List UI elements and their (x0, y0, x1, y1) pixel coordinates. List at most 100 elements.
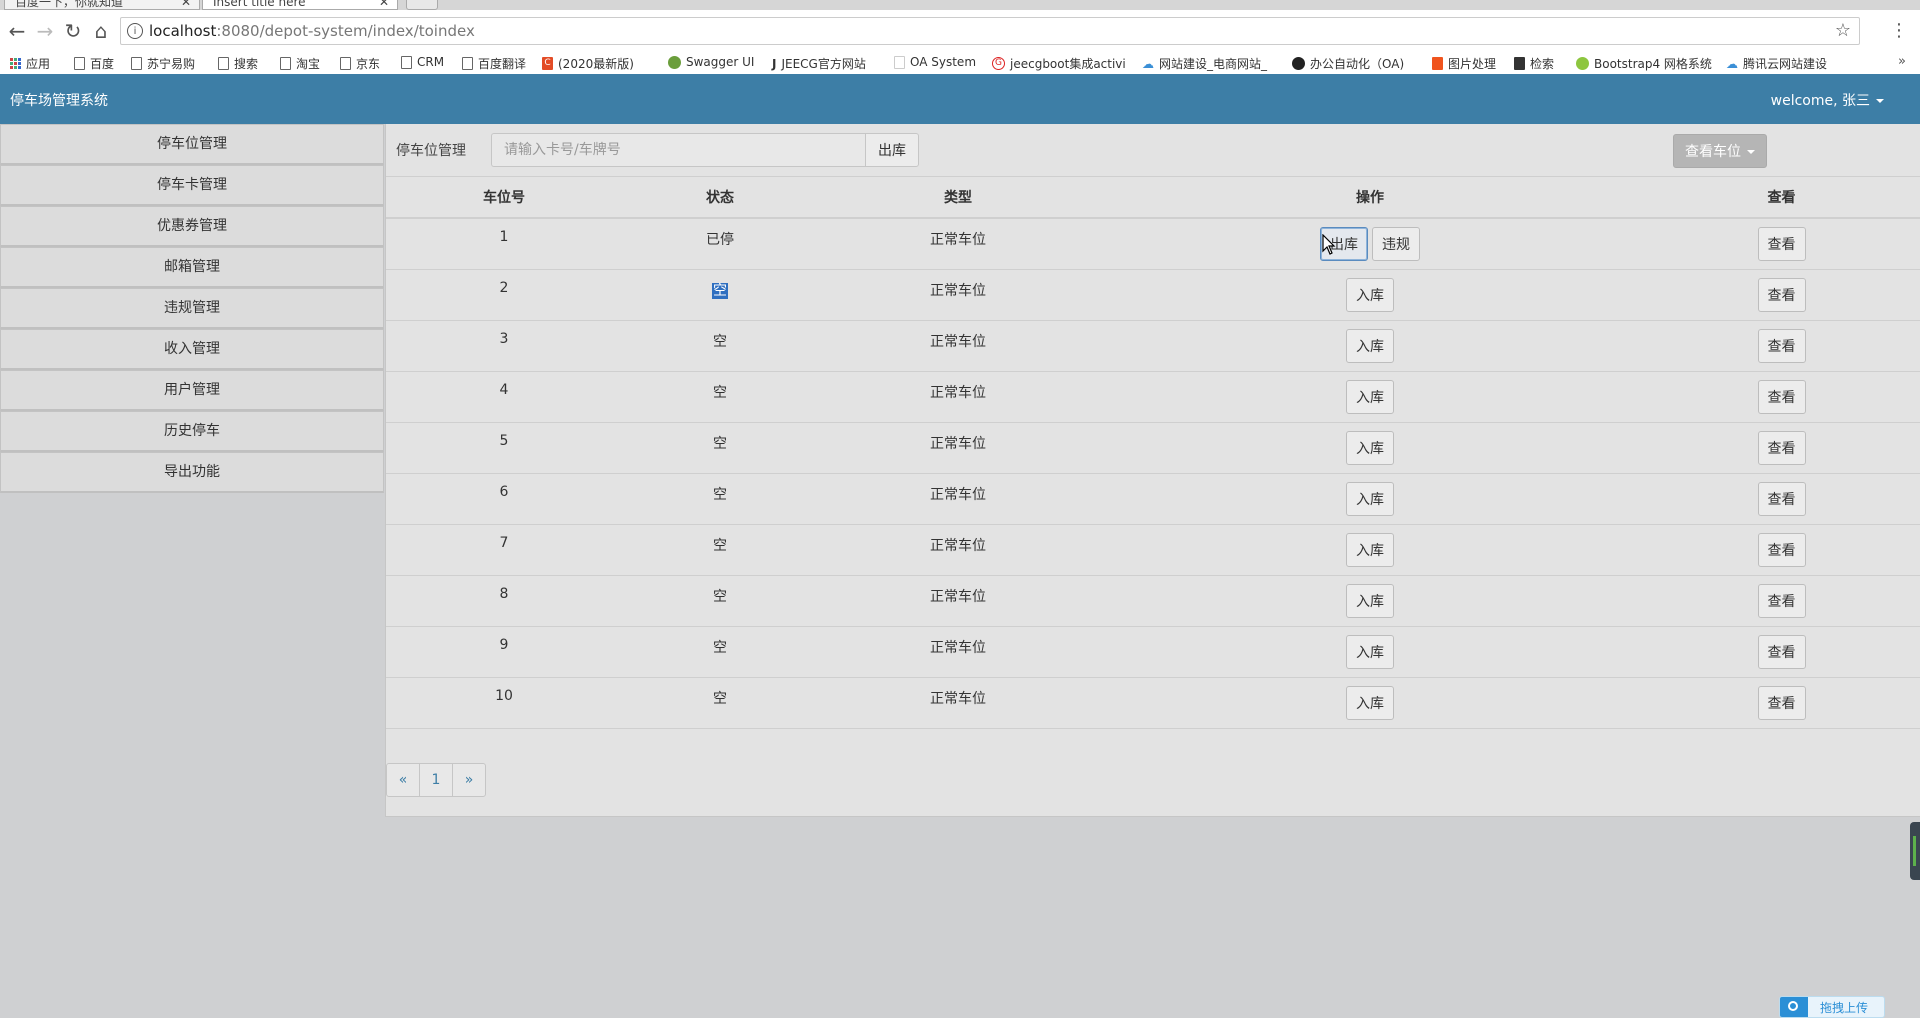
type-text: 正常车位 (930, 589, 986, 605)
sidebar-item-mailbox[interactable]: 邮箱管理 (0, 247, 384, 288)
violation-button[interactable]: 违规 (1372, 227, 1420, 261)
bookmark-item[interactable]: Bootstrap4 网格系统 (1576, 55, 1712, 72)
status-text-selected: 空 (712, 283, 728, 299)
view-button[interactable]: 查看 (1757, 380, 1806, 414)
checkin-button[interactable]: 入库 (1346, 380, 1394, 414)
menu-kebab-icon[interactable]: ⋮ (1890, 20, 1908, 41)
bookmark-item[interactable]: Gjeecgboot集成activi (992, 55, 1126, 72)
bookmarks-more-button[interactable]: » (1898, 54, 1906, 69)
view-button[interactable]: 查看 (1757, 431, 1806, 465)
type-text: 正常车位 (930, 538, 986, 554)
bookmark-item[interactable]: 苏宁易购 (131, 55, 195, 72)
floating-side-handle[interactable] (1910, 822, 1920, 880)
bookmark-item[interactable]: 办公自动化（OA) (1292, 55, 1404, 72)
bookmark-item[interactable]: 百度翻译 (462, 55, 526, 72)
type-cell: 正常车位 (818, 218, 1098, 270)
view-button[interactable]: 查看 (1757, 686, 1806, 720)
column-header-space-no: 车位号 (386, 176, 622, 219)
sidebar-item-income[interactable]: 收入管理 (0, 329, 384, 370)
checkin-button[interactable]: 入库 (1346, 278, 1394, 312)
view-spaces-dropdown[interactable]: 查看车位 (1673, 134, 1767, 168)
type-cell: 正常车位 (818, 371, 1098, 423)
bookmark-item[interactable]: 图片处理 (1432, 55, 1496, 72)
view-button[interactable]: 查看 (1757, 584, 1806, 618)
status-text: 空 (713, 385, 727, 401)
page-icon (340, 57, 351, 70)
table-row: 10 空 正常车位 入库 查看 (386, 677, 1920, 729)
sidebar-item-history[interactable]: 历史停车 (0, 411, 384, 452)
view-button[interactable]: 查看 (1757, 482, 1806, 516)
checkin-button[interactable]: 入库 (1346, 635, 1394, 669)
type-text: 正常车位 (930, 640, 986, 656)
new-tab-button[interactable] (406, 0, 438, 10)
bookmark-item[interactable]: 搜索 (218, 55, 258, 72)
status-text: 空 (713, 334, 727, 350)
bookmark-item[interactable]: CRM (401, 55, 444, 69)
browser-toolbar: ← → ↻ ⌂ i localhost:8080/depot-system/in… (0, 10, 1920, 53)
bookmark-apps[interactable]: 应用 (10, 55, 50, 72)
column-header-status: 状态 (622, 176, 818, 219)
actions-cell: 出库 违规 (1098, 218, 1642, 270)
sidebar-item-export[interactable]: 导出功能 (0, 452, 384, 493)
checkin-button[interactable]: 入库 (1346, 686, 1394, 720)
checkin-button[interactable]: 入库 (1346, 533, 1394, 567)
type-text: 正常车位 (930, 691, 986, 707)
checkout-search-button[interactable]: 出库 (865, 133, 919, 167)
bookmark-label: (2020最新版) (558, 57, 634, 71)
status-text: 空 (713, 640, 727, 656)
home-icon[interactable]: ⌂ (88, 18, 114, 44)
bookmark-item[interactable]: 检索 (1514, 55, 1554, 72)
table-row: 7 空 正常车位 入库 查看 (386, 524, 1920, 576)
app-header: 停车场管理系统 welcome, 张三 (0, 74, 1920, 124)
checkin-button[interactable]: 入库 (1346, 482, 1394, 516)
back-arrow-icon[interactable]: ← (4, 18, 30, 44)
forward-arrow-icon[interactable]: → (32, 18, 58, 44)
bookmark-label: 图片处理 (1448, 57, 1497, 71)
space-no: 3 (499, 331, 509, 347)
info-icon[interactable]: i (127, 23, 143, 39)
view-button[interactable]: 查看 (1757, 533, 1806, 567)
bookmark-item[interactable]: J JEECG官方网站 (772, 55, 866, 72)
sidebar-item-parking-cards[interactable]: 停车卡管理 (0, 165, 384, 206)
address-bar[interactable]: i localhost:8080/depot-system/index/toin… (120, 17, 1860, 45)
browser-tab-insert-title[interactable]: Insert title here ✕ (202, 0, 398, 10)
view-button[interactable]: 查看 (1757, 227, 1806, 261)
bookmark-item[interactable]: 淘宝 (280, 55, 320, 72)
sidebar-item-violations[interactable]: 违规管理 (0, 288, 384, 329)
view-button[interactable]: 查看 (1757, 329, 1806, 363)
checkin-button[interactable]: 入库 (1346, 431, 1394, 465)
table-row: 4 空 正常车位 入库 查看 (386, 371, 1920, 423)
bookmark-label: 应用 (26, 57, 51, 71)
pagination-next[interactable]: » (452, 763, 486, 797)
star-icon[interactable]: ☆ (1835, 20, 1851, 41)
user-menu-toggle[interactable]: welcome, 张三 (1771, 90, 1884, 110)
view-button[interactable]: 查看 (1757, 278, 1806, 312)
drag-upload-widget[interactable]: 拖拽上传 (1779, 996, 1885, 1018)
checkin-button[interactable]: 入库 (1346, 329, 1394, 363)
pagination-prev[interactable]: « (386, 763, 420, 797)
search-input[interactable] (491, 133, 865, 167)
space-no-cell: 10 (386, 677, 622, 729)
close-icon[interactable]: ✕ (181, 0, 191, 9)
reload-icon[interactable]: ↻ (60, 18, 86, 44)
bookmark-item[interactable]: 百度 (74, 55, 114, 72)
browser-tab-baidu[interactable]: 百度一下，你就知道 ✕ (4, 0, 200, 10)
bookmark-item[interactable]: 京东 (340, 55, 380, 72)
bookmark-item[interactable]: ☁ 网站建设_电商网站_ (1142, 55, 1267, 72)
space-no-cell: 1 (386, 218, 622, 270)
bookmark-item[interactable]: OA System (894, 55, 976, 69)
upload-icon (1780, 997, 1808, 1017)
pagination-page-1[interactable]: 1 (419, 763, 453, 797)
view-button[interactable]: 查看 (1757, 635, 1806, 669)
checkin-button[interactable]: 入库 (1346, 584, 1394, 618)
bookmark-label: 苏宁易购 (147, 57, 196, 71)
status-cell: 空 (622, 320, 818, 372)
bookmark-item[interactable]: Swagger UI (668, 55, 754, 69)
bookmark-item[interactable]: ☁ 腾讯云网站建设 (1726, 55, 1827, 72)
bookmark-item[interactable]: C (2020最新版) (542, 55, 634, 72)
close-icon[interactable]: ✕ (379, 0, 389, 9)
sidebar-item-coupons[interactable]: 优惠券管理 (0, 206, 384, 247)
sidebar-item-parking-spaces[interactable]: 停车位管理 (0, 124, 384, 165)
sidebar-item-users[interactable]: 用户管理 (0, 370, 384, 411)
actions-cell: 入库 (1098, 473, 1642, 525)
